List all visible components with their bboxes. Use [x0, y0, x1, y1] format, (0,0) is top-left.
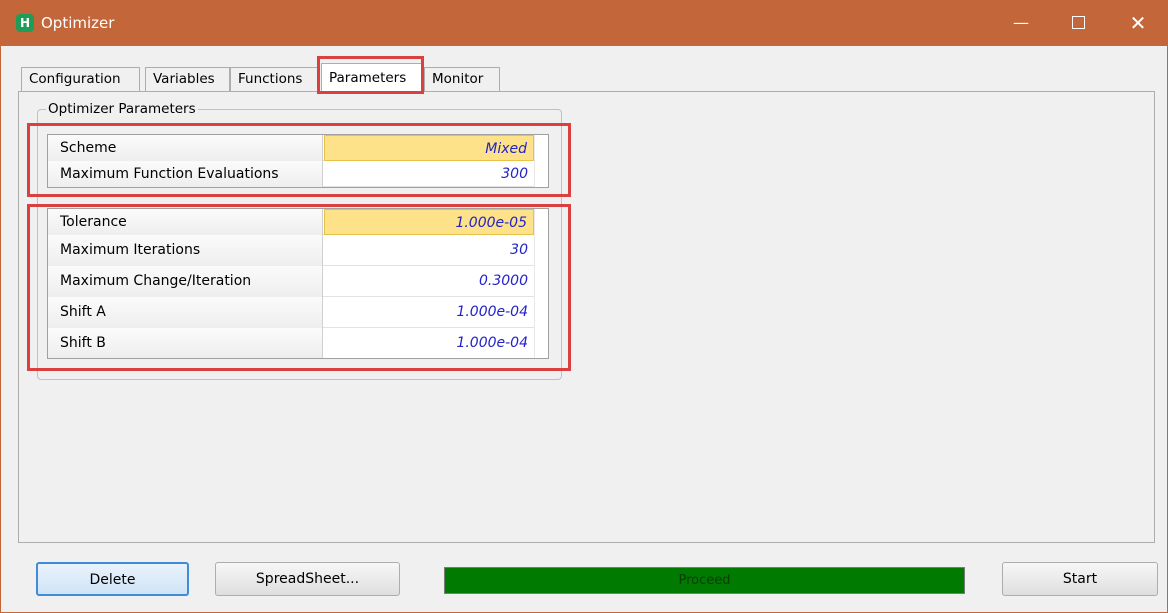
start-button[interactable]: Start [1002, 562, 1158, 596]
parameter-row-max-function-evaluations[interactable]: Maximum Function Evaluations 300 [48, 161, 548, 187]
parameter-label: Shift A [48, 297, 323, 328]
tab-parameters[interactable]: Parameters [321, 63, 422, 93]
parameter-label: Maximum Iterations [48, 235, 323, 266]
parameter-label: Scheme [48, 135, 323, 161]
grid-scroll-gutter [534, 135, 548, 187]
delete-button[interactable]: Delete [36, 562, 189, 596]
parameter-row-tolerance[interactable]: Tolerance 1.000e-05 [48, 209, 548, 235]
tab-configuration[interactable]: Configuration [21, 67, 140, 91]
group-label: Optimizer Parameters [46, 101, 198, 117]
parameter-label: Maximum Change/Iteration [48, 266, 323, 297]
parameter-value[interactable]: 30 [324, 235, 534, 266]
tab-monitor[interactable]: Monitor [424, 67, 500, 91]
parameter-row-shift-b[interactable]: Shift B 1.000e-04 [48, 328, 548, 358]
close-button[interactable]: ✕ [1114, 1, 1162, 46]
maximize-icon [1071, 15, 1085, 29]
title-bar[interactable]: H Optimizer — ✕ [1, 1, 1167, 46]
grid-scroll-gutter [534, 209, 548, 358]
parameter-value[interactable]: 1.000e-05 [324, 209, 534, 235]
parameter-label: Shift B [48, 328, 323, 358]
parameter-value[interactable]: Mixed [324, 135, 534, 161]
spreadsheet-button[interactable]: SpreadSheet... [215, 562, 400, 596]
parameter-value[interactable]: 0.3000 [324, 266, 534, 297]
tab-variables[interactable]: Variables [145, 67, 230, 91]
primary-parameters-grid: Scheme Mixed Maximum Function Evaluation… [47, 134, 549, 188]
parameter-value[interactable]: 300 [324, 161, 534, 187]
parameter-row-max-iterations[interactable]: Maximum Iterations 30 [48, 235, 548, 266]
parameter-value[interactable]: 1.000e-04 [324, 328, 534, 358]
progress-bar: Proceed [444, 567, 965, 594]
maximize-button[interactable] [1054, 1, 1102, 46]
parameter-value[interactable]: 1.000e-04 [324, 297, 534, 328]
parameter-label: Maximum Function Evaluations [48, 161, 323, 187]
parameter-row-max-change-iteration[interactable]: Maximum Change/Iteration 0.3000 [48, 266, 548, 297]
optimizer-window: H Optimizer — ✕ Configuration Variables … [0, 0, 1168, 613]
tab-functions[interactable]: Functions [230, 67, 320, 91]
secondary-parameters-grid: Tolerance 1.000e-05 Maximum Iterations 3… [47, 208, 549, 359]
parameter-row-shift-a[interactable]: Shift A 1.000e-04 [48, 297, 548, 328]
close-icon: ✕ [1129, 11, 1147, 35]
minimize-icon: — [1013, 13, 1029, 32]
parameter-label: Tolerance [48, 209, 323, 235]
minimize-button[interactable]: — [997, 1, 1045, 46]
app-icon: H [16, 14, 34, 32]
parameter-row-scheme[interactable]: Scheme Mixed [48, 135, 548, 161]
window-title: Optimizer [41, 14, 115, 32]
progress-text: Proceed [678, 573, 731, 588]
